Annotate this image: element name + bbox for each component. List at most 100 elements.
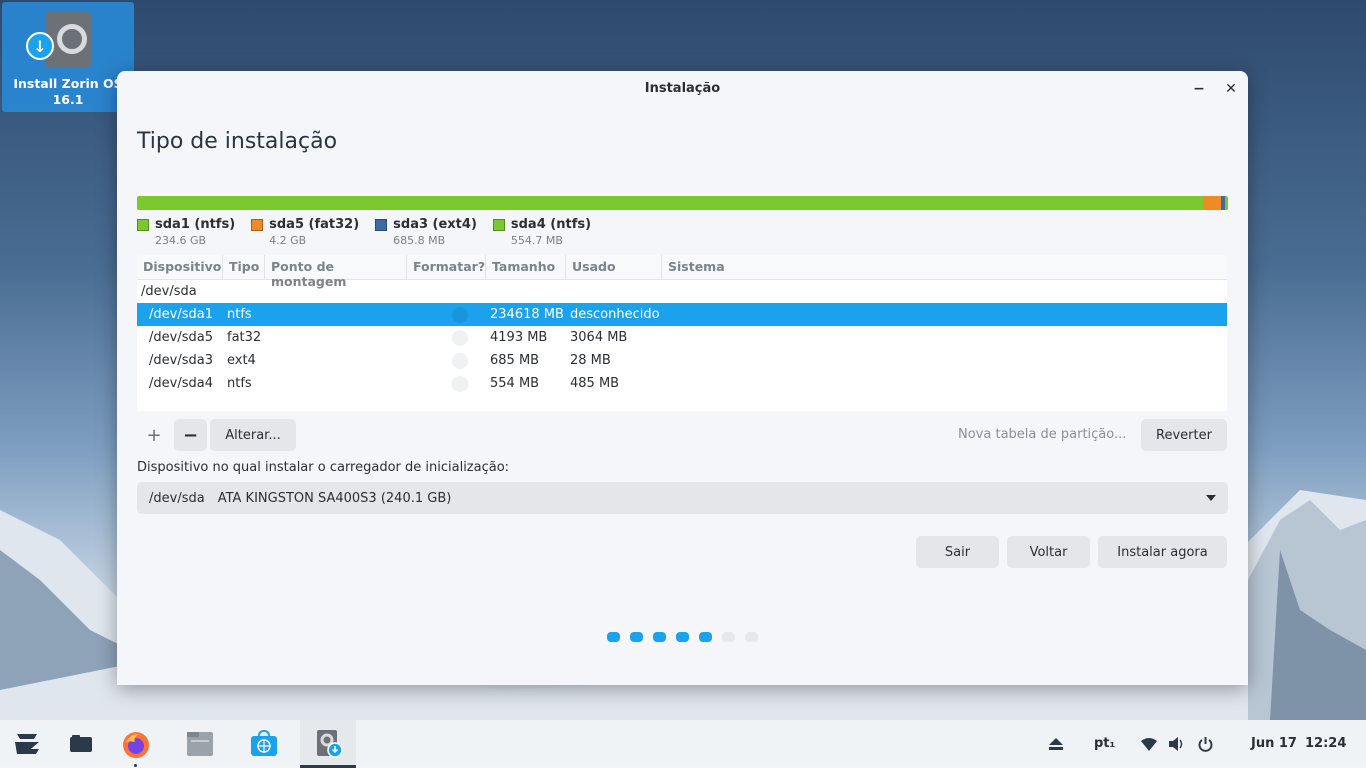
power-icon[interactable]: [1196, 735, 1214, 753]
add-partition-button[interactable]: +: [137, 419, 171, 451]
legend-item: sda4 (ntfs) 554.7 MB: [492, 217, 592, 247]
progress-dot: [722, 632, 735, 642]
bootloader-device-description: ATA KINGSTON SA400S3 (240.1 GB): [217, 490, 452, 506]
cell-type: fat32: [227, 330, 262, 345]
install-now-button[interactable]: Instalar agora: [1098, 536, 1227, 568]
col-type[interactable]: Tipo: [223, 255, 265, 279]
cell-used: 28 MB: [570, 353, 611, 368]
volume-icon[interactable]: [1168, 736, 1186, 752]
cell-size: 685 MB: [490, 353, 540, 368]
partition-toolbar: + − Alterar... Nova tabela de partição..…: [137, 419, 1228, 451]
col-size[interactable]: Tamanho: [486, 255, 566, 279]
format-checkbox[interactable]: [452, 352, 468, 369]
col-format[interactable]: Formatar?: [407, 255, 486, 279]
cell-size: 4193 MB: [490, 330, 548, 345]
progress-dot: [653, 632, 666, 642]
progress-dot: [745, 632, 758, 642]
software-store-icon[interactable]: [248, 729, 280, 759]
legend-size: 234.6 GB: [155, 234, 207, 247]
table-row[interactable]: /dev/sda4 ntfs 554 MB 485 MB: [137, 372, 1227, 395]
format-checkbox[interactable]: [452, 329, 468, 346]
legend-name: sda4 (ntfs): [510, 217, 592, 232]
col-device[interactable]: Dispositivo: [137, 255, 223, 279]
back-button[interactable]: Voltar: [1007, 536, 1090, 568]
partition-table: Dispositivo Tipo Ponto de montagem Forma…: [137, 255, 1227, 411]
chevron-down-icon: [1206, 495, 1216, 501]
legend-swatch: [251, 218, 264, 231]
wifi-icon[interactable]: [1140, 736, 1158, 752]
firefox-icon[interactable]: [120, 729, 152, 761]
revert-button[interactable]: Reverter: [1141, 419, 1227, 451]
legend-item: sda1 (ntfs) 234.6 GB: [137, 217, 235, 247]
clock-time[interactable]: 12:24: [1305, 736, 1346, 751]
cell-type: ntfs: [227, 307, 252, 322]
bootloader-label: Dispositivo no qual instalar o carregado…: [137, 460, 510, 475]
cell-size: 234618 MB: [490, 307, 564, 322]
legend-item: sda3 (ext4) 685.8 MB: [375, 217, 477, 247]
bootloader-device: /dev/sda: [149, 490, 205, 506]
bootloader-device-select[interactable]: /dev/sda ATA KINGSTON SA400S3 (240.1 GB): [137, 482, 1228, 514]
col-system[interactable]: Sistema: [662, 255, 1227, 279]
eject-icon[interactable]: [1047, 736, 1065, 752]
cell-device: /dev/sda1: [149, 307, 213, 322]
cell-device: /dev/sda4: [149, 376, 213, 391]
close-button[interactable]: ✕: [1221, 79, 1241, 99]
partition-bar-segment: [1224, 196, 1228, 210]
table-row[interactable]: /dev/sda1 ntfs 234618 MB desconhecido: [137, 303, 1227, 326]
legend-name: sda1 (ntfs): [155, 217, 236, 232]
workspaces-icon[interactable]: [68, 732, 94, 756]
page-title: Tipo de instalação: [137, 129, 338, 154]
titlebar[interactable]: Instalação − ✕: [117, 71, 1248, 107]
cell-used: 485 MB: [570, 376, 620, 391]
progress-dot: [630, 632, 643, 642]
legend-item: sda5 (fat32) 4.2 GB: [251, 217, 359, 247]
col-used[interactable]: Usado: [566, 255, 662, 279]
cell-device: /dev/sda5: [149, 330, 213, 345]
legend-size: 685.8 MB: [393, 234, 446, 247]
table-row[interactable]: /dev/sda3 ext4 685 MB 28 MB: [137, 349, 1227, 372]
desktop-icon-label: Install Zorin OS 16.1: [13, 76, 123, 107]
device-group-label: /dev/sda: [141, 284, 197, 299]
keyboard-layout-indicator[interactable]: pt₁: [1094, 736, 1115, 751]
remove-partition-button[interactable]: −: [174, 419, 207, 451]
format-checkbox[interactable]: [452, 375, 468, 392]
download-icon: ↓: [26, 32, 54, 60]
window-title: Instalação: [644, 81, 721, 96]
clock-date[interactable]: Jun 17: [1251, 736, 1297, 751]
legend-swatch: [137, 218, 149, 231]
new-partition-table-button[interactable]: Nova tabela de partição...: [958, 427, 1126, 442]
table-header: Dispositivo Tipo Ponto de montagem Forma…: [137, 255, 1227, 289]
cell-type: ntfs: [227, 376, 252, 391]
quit-button[interactable]: Sair: [916, 536, 999, 568]
minimize-button[interactable]: −: [1189, 79, 1209, 99]
install-zorin-desktop-icon[interactable]: ↓ Install Zorin OS 16.1: [2, 2, 134, 112]
running-indicator: [134, 764, 137, 767]
legend-swatch: [492, 218, 505, 231]
cell-device: /dev/sda3: [149, 353, 213, 368]
zorin-menu-icon[interactable]: [12, 730, 42, 758]
progress-dot: [676, 632, 689, 642]
partition-legend: sda1 (ntfs) 234.6 GB sda5 (fat32) 4.2 GB sda…: [137, 217, 607, 247]
progress-dot: [699, 632, 712, 642]
legend-size: 4.2 GB: [269, 234, 307, 247]
installer-taskbar-icon[interactable]: [300, 720, 356, 768]
cell-size: 554 MB: [490, 376, 540, 391]
table-row[interactable]: /dev/sda5 fat32 4193 MB 3064 MB: [137, 326, 1227, 349]
legend-name: sda3 (ext4): [393, 217, 477, 232]
progress-dot: [607, 632, 620, 642]
legend-name: sda5 (fat32): [269, 217, 360, 232]
col-mount[interactable]: Ponto de montagem: [265, 255, 407, 289]
legend-swatch: [375, 218, 388, 231]
files-icon[interactable]: [184, 729, 216, 759]
cell-used: desconhecido: [570, 307, 660, 322]
partition-bar: [137, 196, 1228, 210]
taskbar: pt₁ Jun 17 12:24: [0, 720, 1366, 768]
cell-type: ext4: [227, 353, 256, 368]
progress-dots: [607, 632, 768, 642]
partition-bar-segment: [137, 196, 1203, 210]
installer-window: Instalação − ✕ Tipo de instalação sda1 (…: [117, 71, 1248, 685]
partition-bar-segment: [1202, 196, 1222, 210]
change-partition-button[interactable]: Alterar...: [210, 419, 296, 451]
format-checkbox[interactable]: [452, 306, 468, 323]
cell-used: 3064 MB: [570, 330, 628, 345]
